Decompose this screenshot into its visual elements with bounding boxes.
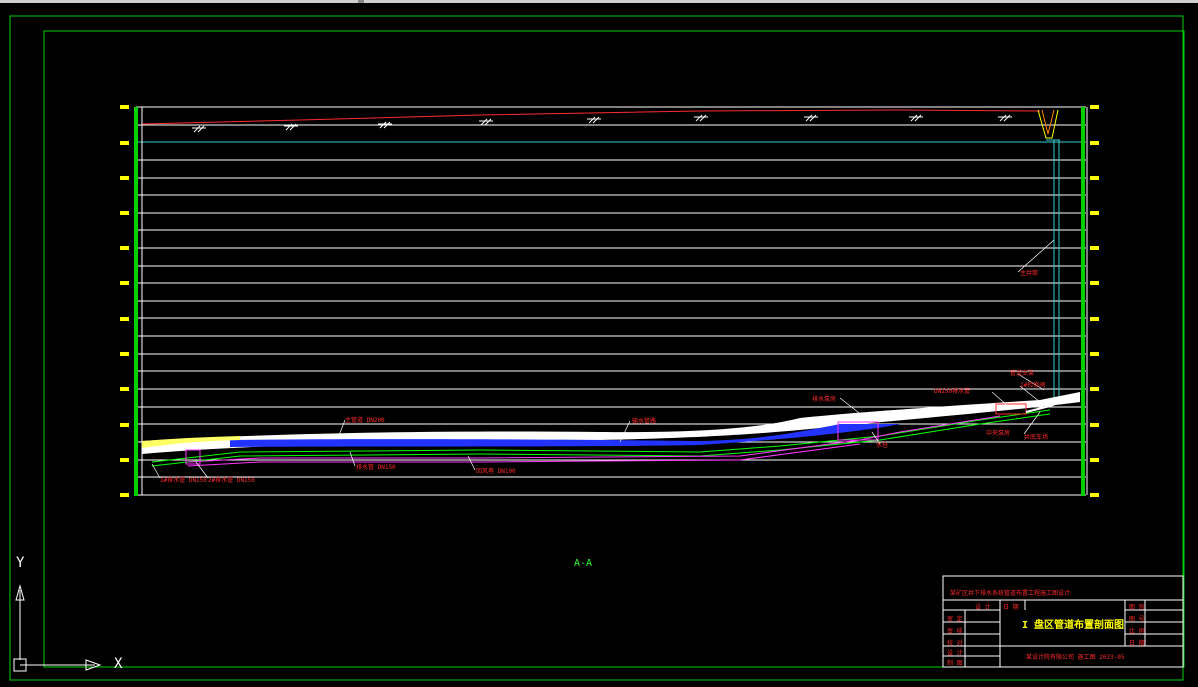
annotation: 水仓 <box>876 442 889 449</box>
cad-drawing-canvas[interactable] <box>0 0 1198 687</box>
annotation: 排水泵房 <box>812 396 837 403</box>
bottom-line: 某设计院有限公司 施工图 2023-05 <box>1026 654 1125 661</box>
ucs-y-label: Y <box>16 555 25 571</box>
annotation: 1#排水管 DN150 <box>160 477 207 484</box>
ucs-icon <box>13 584 102 672</box>
tb-row-left: 审 定 <box>947 616 963 623</box>
inner-frame <box>43 30 1185 668</box>
tb-header-date: 日 期 <box>1003 604 1019 611</box>
annotation: 井底车场 <box>1024 434 1049 441</box>
outer-frame <box>9 15 1184 681</box>
tb-row-right: 图 别 <box>1129 604 1145 611</box>
tb-row-right: 比 例 <box>1129 628 1145 635</box>
annotation: 排水管 DN150 <box>356 464 396 471</box>
tb-header-design: 设 计 <box>975 604 991 611</box>
drawing-title: I 盘区管道布置剖面图 <box>1022 620 1125 631</box>
tb-row-right: 图 号 <box>1129 616 1145 623</box>
tb-row-left: 制 图 <box>947 660 963 667</box>
annotation: 2#排水管 DN150 <box>208 477 255 484</box>
ucs-x-label: X <box>114 656 123 672</box>
shaft <box>1037 109 1060 400</box>
annotation: 主井筒 <box>1020 270 1039 277</box>
tb-row-left: 审 核 <box>947 628 963 635</box>
annotation: 输水管路 <box>632 418 657 425</box>
annotation: 回风巷 DN100 <box>476 468 516 475</box>
tb-row-right: 日 期 <box>1129 640 1145 647</box>
ground-hatch-marks <box>192 114 1012 133</box>
annotation: DN150排水管 <box>934 388 971 395</box>
annotation: 1#检修阀 <box>1020 382 1046 389</box>
project-line: 某矿区井下排水系统管道布置工程施工图设计 <box>950 590 1071 597</box>
annotation: 主管道 DN200 <box>345 417 385 424</box>
tb-row-left: 设 计 <box>947 650 963 657</box>
section-label: A-A <box>574 558 593 569</box>
annotation: 中央泵房 <box>986 430 1011 437</box>
annotation: 管道支架 <box>1010 370 1035 377</box>
tb-row-left: 校 对 <box>947 640 963 647</box>
ground-surface-line <box>141 109 1041 125</box>
